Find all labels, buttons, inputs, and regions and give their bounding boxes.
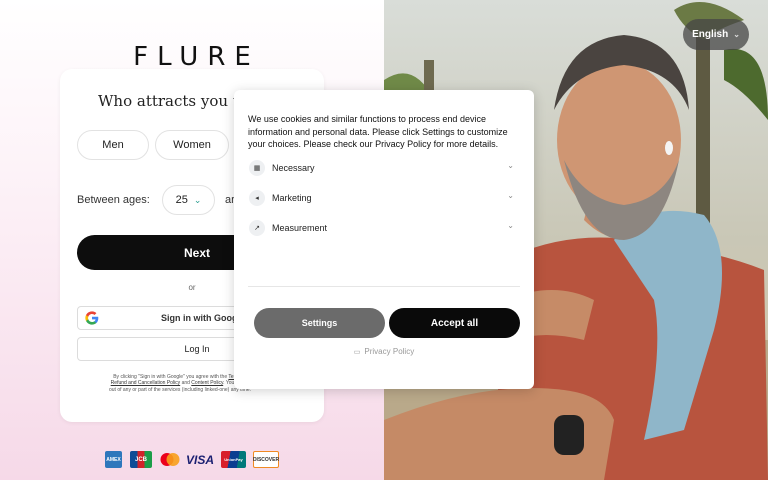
google-icon: [85, 311, 99, 325]
content-policy-link[interactable]: Content Policy: [191, 380, 223, 386]
shield-icon: ▦: [249, 160, 265, 176]
age-range-label: Between ages:: [77, 194, 150, 206]
chart-icon: ↗: [249, 220, 265, 236]
privacy-policy-link[interactable]: ▭ Privacy Policy: [234, 347, 534, 356]
jcb-icon: JCB: [130, 451, 152, 468]
cookie-consent-dialog: We use cookies and similar functions to …: [234, 90, 534, 389]
chevron-down-icon: ⌄: [507, 221, 514, 230]
megaphone-icon: ◂: [249, 190, 265, 206]
privacy-policy-label: Privacy Policy: [364, 347, 415, 356]
refund-policy-link[interactable]: Refund and Cancellation Policy: [111, 380, 181, 386]
cookie-settings-button[interactable]: Settings: [254, 308, 385, 338]
chevron-down-icon: ⌄: [507, 161, 514, 170]
cookie-option-measurement[interactable]: ↗ Measurement ⌄: [249, 219, 514, 237]
cookie-option-label: Necessary: [272, 163, 315, 173]
accept-all-button[interactable]: Accept all: [389, 308, 520, 338]
discover-icon: DISCOVER: [253, 451, 279, 468]
brand-logo: FLURE: [133, 42, 260, 72]
language-selector[interactable]: English ⌄: [683, 19, 749, 50]
gender-option-men[interactable]: Men: [77, 130, 149, 160]
chevron-down-icon: ⌄: [193, 194, 202, 205]
unionpay-icon: UnionPay: [221, 451, 246, 468]
cookie-option-label: Measurement: [272, 223, 328, 233]
legal-and: and: [181, 380, 190, 387]
divider: [248, 286, 520, 287]
link-icon: ▭: [353, 349, 361, 356]
language-label: English: [692, 29, 729, 40]
amex-icon: AMEX: [105, 451, 122, 468]
cookie-option-marketing[interactable]: ◂ Marketing ⌄: [249, 189, 514, 207]
cookie-option-label: Marketing: [272, 193, 312, 203]
age-from-value: 25: [175, 194, 188, 206]
visa-icon: VISA: [186, 452, 215, 467]
cookie-description: We use cookies and similar functions to …: [248, 114, 508, 149]
mastercard-icon: [159, 451, 181, 468]
age-from-select[interactable]: 25 ⌄: [162, 185, 215, 215]
legal-line-3: out of any or part of the services (incl…: [108, 386, 252, 393]
chevron-down-icon: ⌄: [507, 191, 514, 200]
gender-option-women[interactable]: Women: [155, 130, 229, 160]
google-signin-label: Sign in with Googl: [161, 313, 240, 323]
cookie-option-necessary[interactable]: ▦ Necessary ⌄: [249, 159, 514, 177]
legal-line-1: By clicking "Sign in with Google" you ag…: [113, 374, 228, 380]
chevron-down-icon: ⌄: [733, 30, 740, 39]
